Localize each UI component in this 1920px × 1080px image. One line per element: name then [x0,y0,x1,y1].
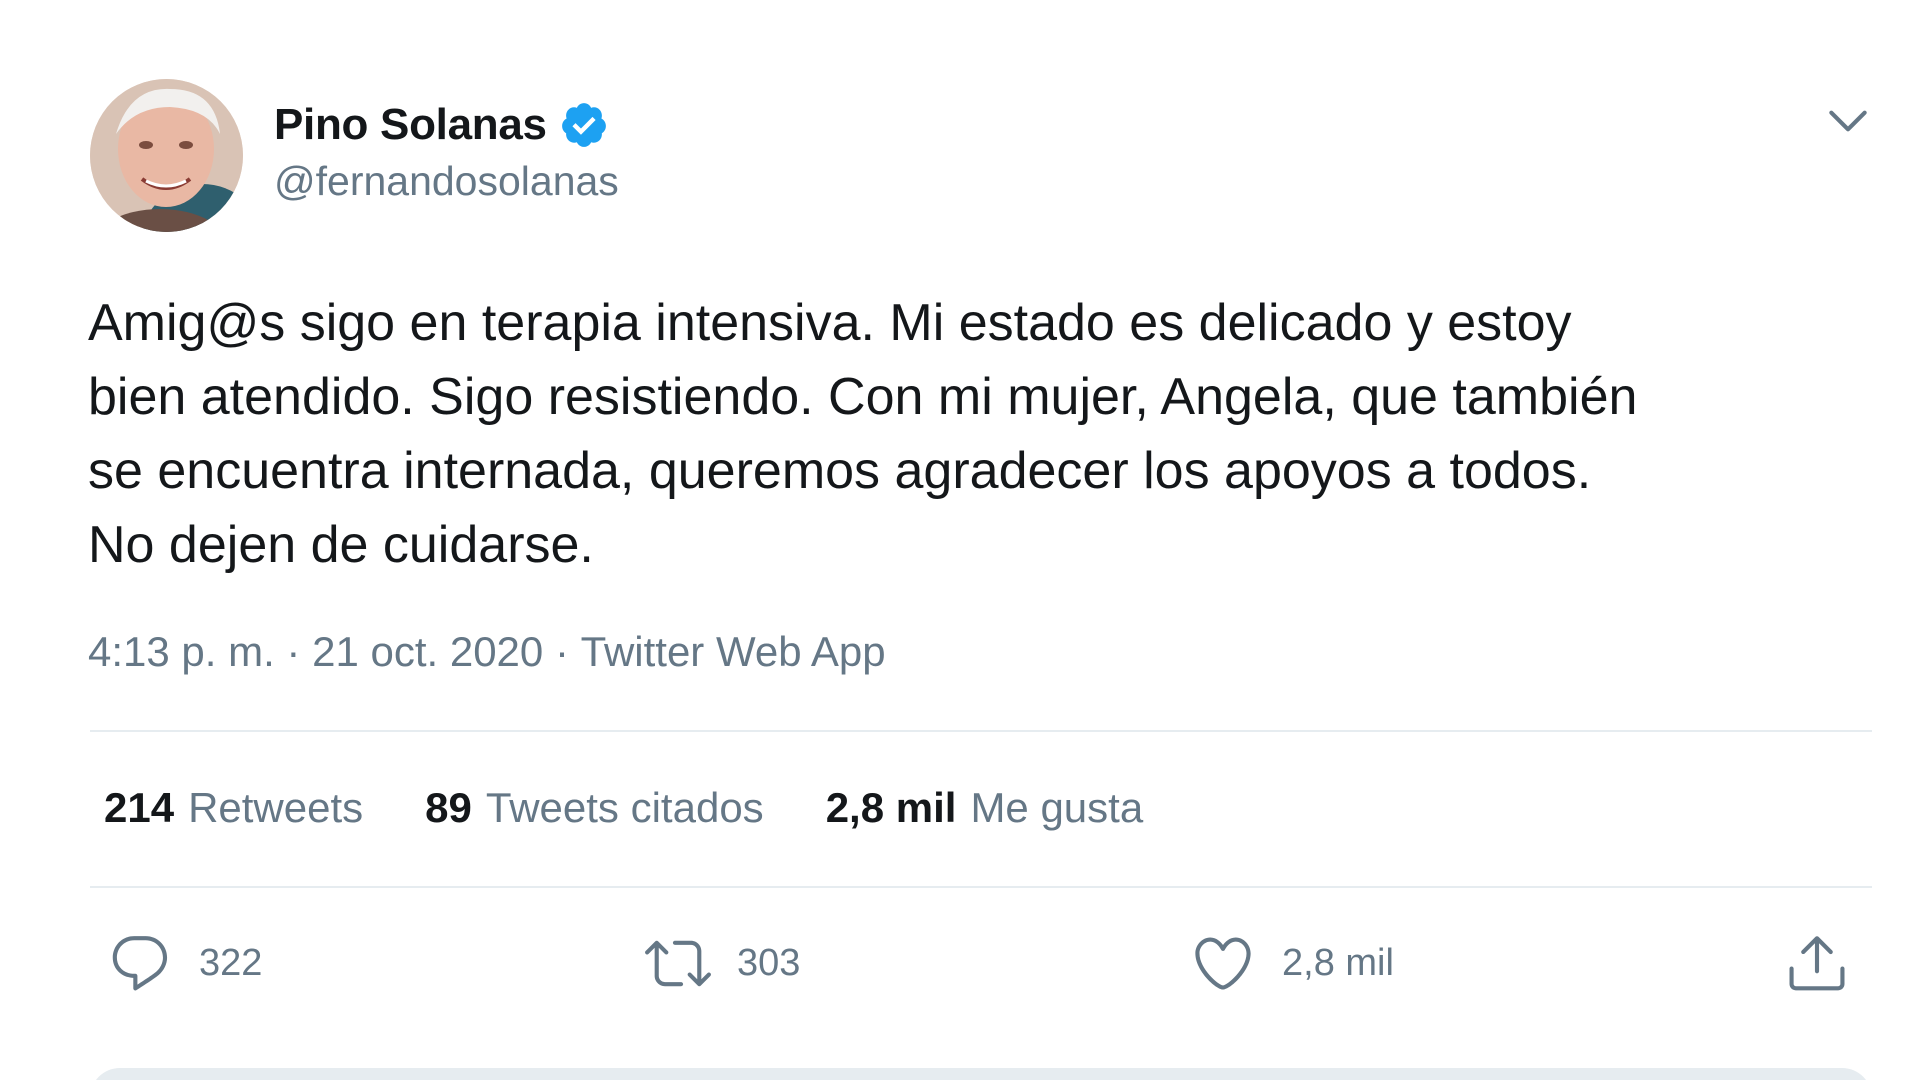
meta-separator: · [274,628,313,675]
likes-count: 2,8 mil [825,784,957,831]
reply-count: 322 [199,941,263,984]
retweets-count: 214 [104,784,175,831]
like-count: 2,8 mil [1282,941,1394,984]
reply-compose-box[interactable] [90,1068,1872,1080]
tweet-time[interactable]: 4:13 p. m. [88,628,275,676]
quote-tweets-count: 89 [425,784,472,831]
reply-button[interactable]: 322 [107,930,262,996]
avatar[interactable] [90,79,243,232]
divider [90,886,1872,888]
tweet-date[interactable]: 21 oct. 2020 [312,628,543,676]
user-handle[interactable]: @fernandosolanas [274,158,619,205]
likes-label: Me gusta [970,784,1144,831]
tweet-text-line: No dejen de cuidarse. [88,516,594,574]
share-button[interactable] [1784,930,1850,996]
chevron-down-icon[interactable] [1823,96,1873,146]
retweet-button[interactable]: 303 [645,930,800,996]
quote-tweets-stat[interactable]: 89 Tweets citados [425,784,764,832]
verified-badge-icon [561,103,606,147]
like-button[interactable]: 2,8 mil [1190,930,1394,996]
meta-separator: · [543,628,581,675]
retweets-stat[interactable]: 214 Retweets [104,784,363,832]
display-name[interactable]: Pino Solanas [274,100,547,150]
likes-stat[interactable]: 2,8 mil Me gusta [826,784,1144,832]
tweet-text-line: se encuentra internada, queremos agradec… [88,442,1592,500]
tweet-detail: Pino Solanas @fernandosolanas Amig@s sig… [0,0,1920,1080]
tweet-actions: 322 303 2,8 mil [0,930,1920,1000]
tweet-source-link[interactable]: Twitter Web App [581,628,886,676]
divider [90,730,1872,732]
tweet-meta: 4:13 p. m. · 21 oct. 2020 · Twitter Web … [88,628,886,676]
retweet-count: 303 [737,941,801,984]
tweet-text: Amig@s sigo en terapia intensiva. Mi est… [88,286,1888,582]
retweets-label: Retweets [188,784,364,831]
retweet-icon [645,940,711,987]
share-icon [1789,936,1845,991]
heart-icon [1195,937,1251,990]
reply-icon [112,936,168,991]
tweet-stats: 214 Retweets 89 Tweets citados 2,8 mil M… [104,784,1205,832]
quote-tweets-label: Tweets citados [485,784,764,831]
user-name-row[interactable]: Pino Solanas [274,98,609,152]
tweet-text-line: bien atendido. Sigo resistiendo. Con mi … [88,368,1638,426]
tweet-text-line: Amig@s sigo en terapia intensiva. Mi est… [88,294,1572,352]
